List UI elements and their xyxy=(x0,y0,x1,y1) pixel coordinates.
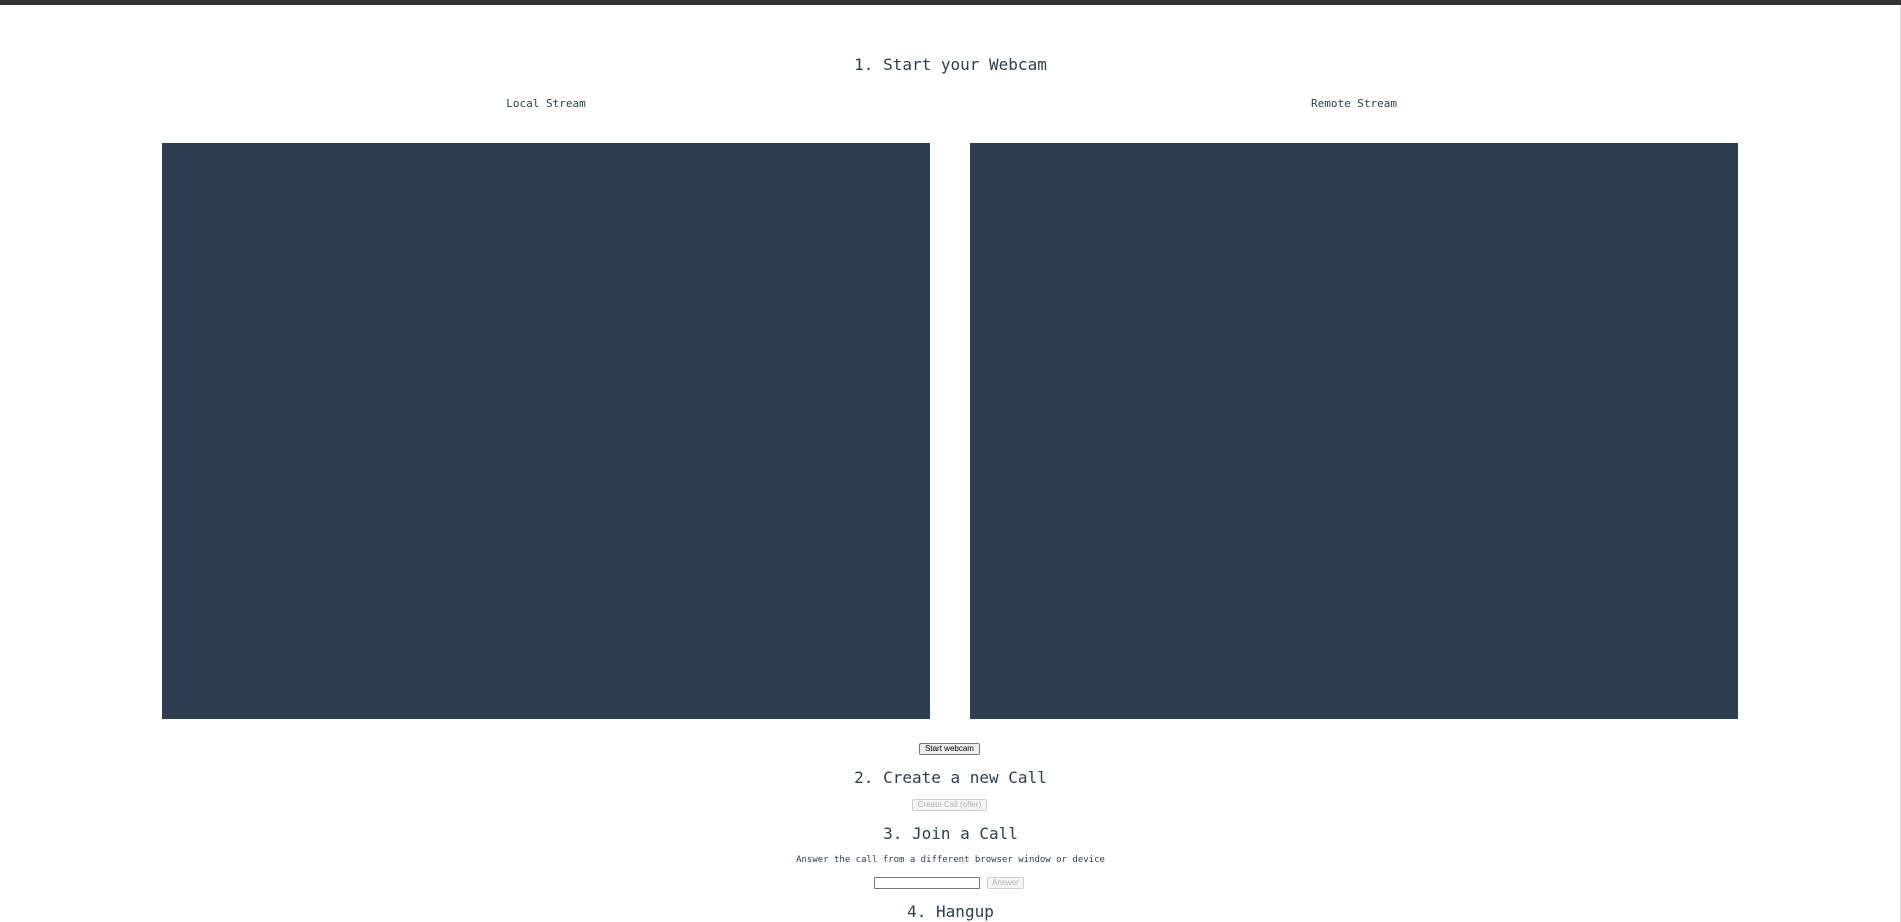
call-id-input[interactable] xyxy=(874,877,980,889)
start-webcam-heading: 1. Start your Webcam xyxy=(854,55,1047,74)
local-video xyxy=(162,143,930,719)
create-call-button[interactable]: Create Call (offer) xyxy=(912,799,987,811)
join-call-hint: Answer the call from a different browser… xyxy=(796,855,1105,865)
remote-video xyxy=(970,143,1738,719)
remote-stream-label: Remote Stream xyxy=(1310,97,1398,110)
browser-top-bar xyxy=(0,0,1901,5)
answer-button[interactable]: Answer xyxy=(987,877,1024,889)
create-call-heading: 2. Create a new Call xyxy=(854,768,1047,787)
start-webcam-button[interactable]: Start webcam xyxy=(919,743,980,755)
join-call-heading: 3. Join a Call xyxy=(883,824,1018,843)
local-stream-label: Local Stream xyxy=(506,97,586,110)
hangup-heading: 4. Hangup xyxy=(907,902,994,921)
